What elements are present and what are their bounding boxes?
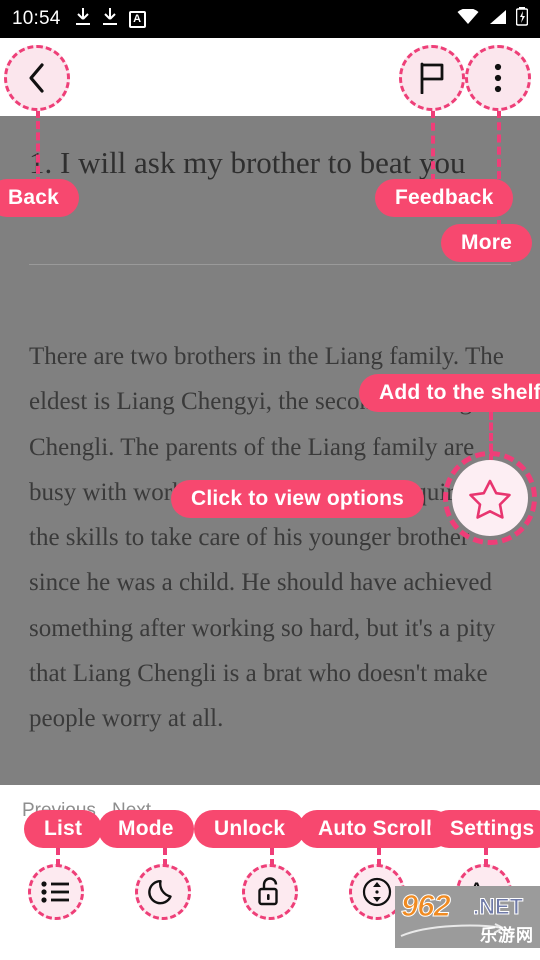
watermark-cn-text: 乐游网 <box>480 926 534 945</box>
callout-settings[interactable]: Settings <box>430 810 540 848</box>
connector-auto-scroll <box>377 847 381 867</box>
unlock-icon <box>242 864 298 920</box>
callout-click-options[interactable]: Click to view options <box>171 480 425 518</box>
status-bar-system-icons <box>457 7 529 31</box>
connector-settings <box>484 847 488 867</box>
dots-vertical-icon <box>494 63 502 93</box>
star-outline-icon <box>469 479 511 519</box>
list-icon <box>28 864 84 920</box>
download-icon <box>75 7 91 31</box>
app-root: 10:54 A 1. I will ask my brother to beat… <box>0 0 540 960</box>
flag-icon <box>420 62 444 94</box>
callout-add-to-shelf[interactable]: Add to the shelf <box>359 374 540 412</box>
connector-unlock <box>270 847 274 867</box>
title-divider <box>29 264 511 265</box>
add-to-shelf-button[interactable] <box>443 451 537 545</box>
callout-mode[interactable]: Mode <box>98 810 194 848</box>
chevron-left-icon <box>29 63 44 93</box>
connector-feedback <box>431 110 435 182</box>
status-bar-clock: 10:54 <box>12 8 61 29</box>
callout-more[interactable]: More <box>441 224 532 262</box>
status-bar: 10:54 A <box>0 0 540 38</box>
watermark-tld: .NET <box>472 894 524 920</box>
site-watermark: 962 .NET 乐游网 <box>395 886 540 948</box>
watermark-number: 962 <box>401 888 452 924</box>
moon-icon <box>135 864 191 920</box>
callout-back[interactable]: Back <box>0 179 80 217</box>
status-bar-notification-icons: A <box>75 7 146 31</box>
battery-charging-icon <box>515 7 529 31</box>
callout-unlock[interactable]: Unlock <box>194 810 306 848</box>
download-icon <box>102 7 118 31</box>
callout-list[interactable]: List <box>24 810 103 848</box>
callout-feedback[interactable]: Feedback <box>375 179 514 217</box>
connector-list <box>56 847 60 867</box>
app-a-icon: A <box>128 10 146 28</box>
fab-surface <box>452 460 528 536</box>
connector-mode <box>163 847 167 867</box>
signal-icon <box>488 9 507 30</box>
back-button[interactable] <box>4 45 70 111</box>
more-options-button[interactable] <box>465 45 531 111</box>
wifi-icon <box>457 7 479 30</box>
feedback-button[interactable] <box>399 45 465 111</box>
connector-back <box>36 110 40 185</box>
